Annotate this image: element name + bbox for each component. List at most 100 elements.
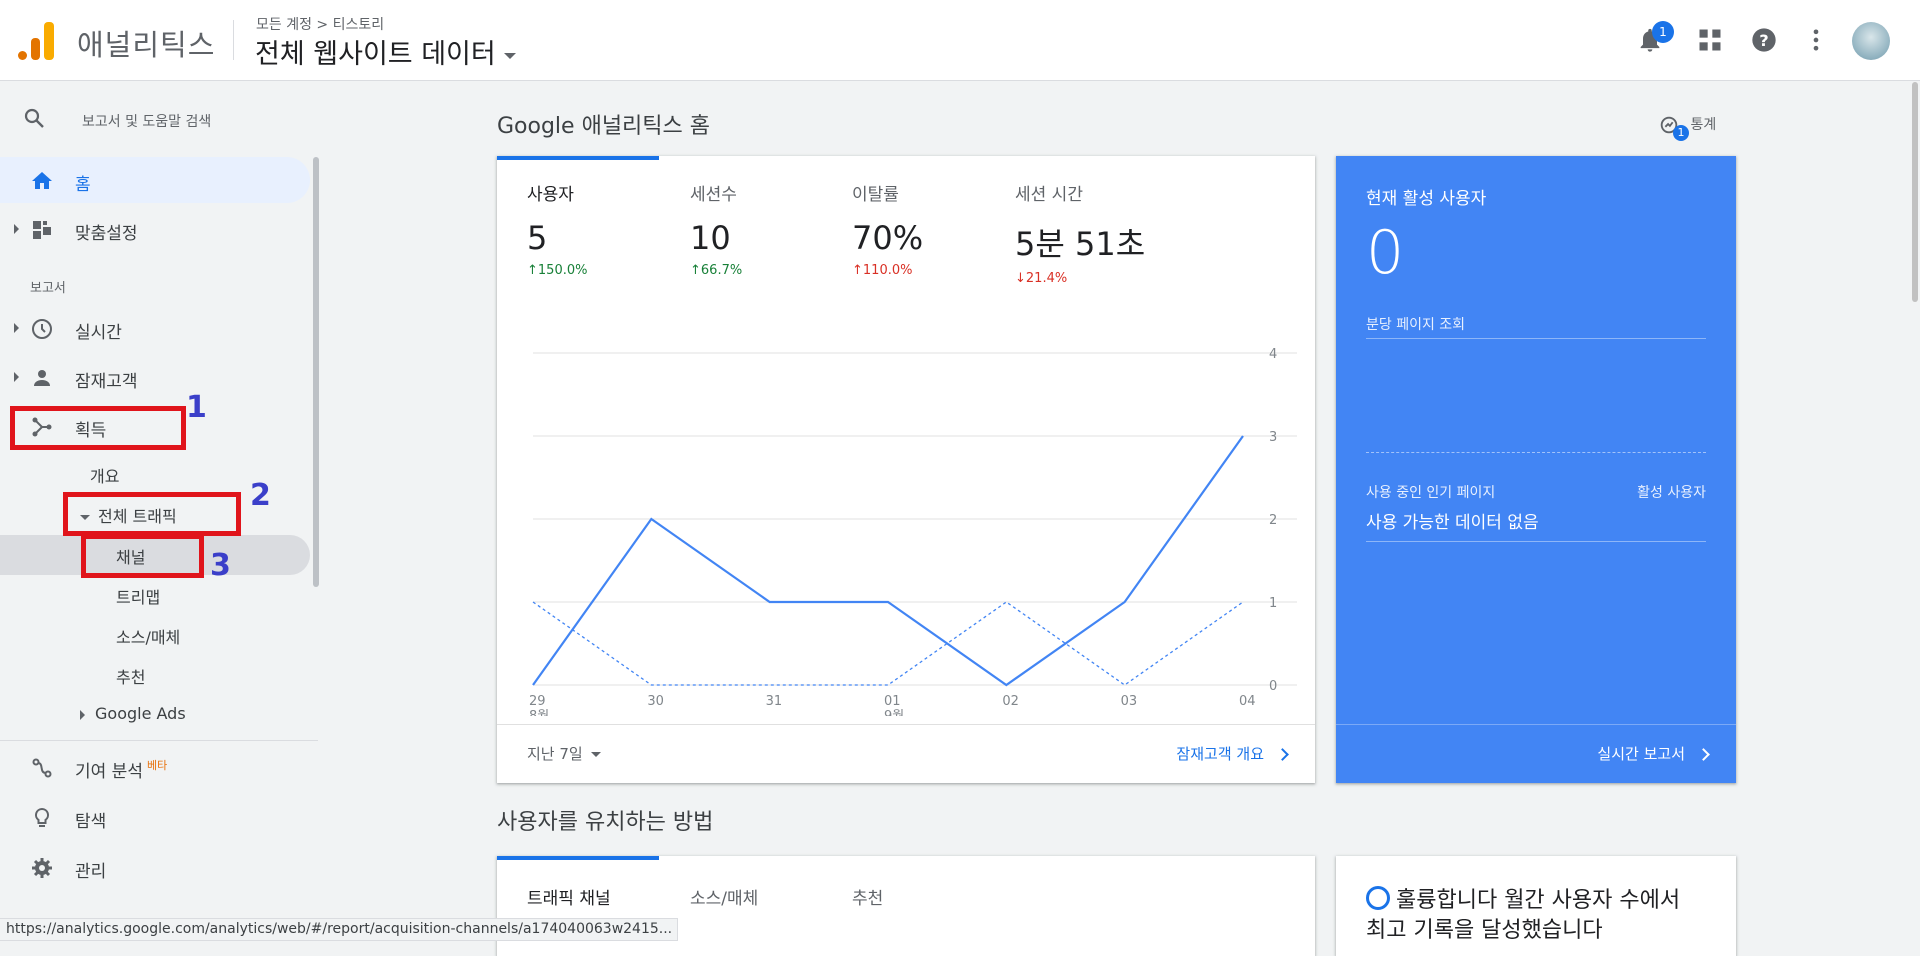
audience-overview-link[interactable]: 잠재고객 개요 (1176, 743, 1289, 764)
metric-change-value: 66.7% (700, 263, 743, 278)
metric-sessions[interactable]: 세션수 10 ↑66.7% (690, 180, 742, 278)
y-tick-label: 2 (1269, 513, 1277, 528)
date-range-label: 지난 7일 (527, 745, 583, 763)
insights-badge: 1 (1673, 125, 1689, 141)
sidebar-item-admin[interactable]: 관리 (0, 844, 310, 890)
annotation-number-3: 3 (210, 548, 231, 583)
sidebar-item-discover[interactable]: 탐색 (0, 794, 310, 840)
top-pages-label: 사용 중인 인기 페이지 (1366, 485, 1496, 501)
x-tick-label: 29 (529, 694, 546, 709)
realtime-card: 현재 활성 사용자 0 분당 페이지 조회 사용 중인 인기 페이지 활성 사용자… (1336, 156, 1736, 783)
apps-grid-icon[interactable] (1696, 26, 1724, 54)
selected-tab-indicator (497, 856, 659, 860)
acquisition-card: 트래픽 채널 소스/매체 추천 (497, 856, 1315, 956)
page-scrollbar[interactable] (1910, 82, 1920, 941)
attribution-icon (32, 758, 52, 778)
users-series-line (532, 435, 1244, 687)
analytics-logo-icon[interactable] (18, 22, 54, 60)
divider (0, 740, 318, 741)
gear-icon (32, 858, 52, 878)
sidebar-item-attribution[interactable]: 기여 분석 베타 (0, 744, 310, 790)
x-tick-label: 02 (1002, 694, 1019, 709)
metric-value: 10 (690, 219, 731, 257)
divider (233, 20, 234, 60)
sidebar-item-label: Google Ads (95, 704, 186, 723)
tab-source-medium[interactable]: 소스/매체 (690, 884, 758, 909)
metric-bounce-rate[interactable]: 이탈률 70% ↑110.0% (852, 180, 923, 278)
sidebar-item-label: 기여 분석 (75, 762, 143, 782)
sidebar-item-label: 실시간 (75, 323, 122, 343)
metric-value: 5분 51초 (1015, 225, 1146, 263)
metric-change: ↑66.7% (690, 263, 743, 278)
date-range-selector[interactable]: 지난 7일 (527, 743, 601, 764)
expand-arrow-icon (14, 323, 19, 333)
metric-change-value: 150.0% (537, 263, 588, 278)
sidebar-item-home[interactable]: 홈 (0, 157, 310, 203)
sidebar-item-audience[interactable]: 잠재고객 (0, 354, 310, 400)
help-icon[interactable]: ? (1750, 26, 1778, 54)
realtime-report-link[interactable]: 실시간 보고서 (1597, 743, 1710, 764)
search-input[interactable]: 보고서 및 도움말 검색 (82, 111, 211, 131)
annotation-box-3 (81, 534, 204, 578)
chevron-right-icon (1276, 748, 1289, 761)
annotation-box-2 (63, 492, 241, 536)
users-line-chart: 01234298월3031019월020304 (529, 347, 1297, 716)
avatar[interactable] (1852, 22, 1890, 60)
dashboard-icon (33, 221, 51, 239)
tab-traffic-channel[interactable]: 트래픽 채널 (527, 884, 611, 909)
more-vert-icon[interactable] (1802, 26, 1830, 54)
sidebar: 보고서 및 도움말 검색 홈 맞춤설정 보고서 실시간 잠재고객 획득 개요 전… (0, 82, 319, 941)
sidebar-item-google-ads[interactable]: Google Ads (80, 704, 186, 723)
metric-session-duration[interactable]: 세션 시간 5분 51초 ↓21.4% (1015, 180, 1145, 286)
sidebar-item-label: 맞춤설정 (75, 224, 138, 244)
breadcrumb[interactable]: 모든 계정 > 티스토리 (256, 14, 384, 34)
sidebar-item-source-medium[interactable]: 소스/매체 (116, 624, 180, 648)
metric-value: 5 (527, 219, 548, 257)
top-bar: 애널리틱스 모든 계정 > 티스토리 전체 웹사이트 데이터 1 ? (0, 0, 1920, 81)
beta-badge: 베타 (146, 759, 168, 772)
insights-button[interactable]: 1 통계 (1658, 114, 1716, 141)
expand-arrow-icon (14, 372, 19, 382)
view-selector[interactable]: 전체 웹사이트 데이터 (255, 32, 516, 71)
comparison-series-line (532, 601, 1244, 686)
link-label: 잠재고객 개요 (1176, 745, 1264, 763)
caret-down-icon (503, 52, 516, 59)
top-pages-header: 사용 중인 인기 페이지 활성 사용자 (1366, 482, 1706, 502)
metric-users[interactable]: 사용자 5 ↑150.0% (527, 180, 587, 278)
sidebar-item-label: 관리 (75, 862, 107, 882)
insight-icon (1366, 886, 1390, 910)
expand-arrow-icon (80, 709, 85, 720)
sidebar-item-overview[interactable]: 개요 (90, 463, 119, 487)
scrollbar-thumb[interactable] (1912, 82, 1918, 302)
sidebar-item-realtime[interactable]: 실시간 (0, 305, 310, 351)
sidebar-item-customization[interactable]: 맞춤설정 (0, 206, 310, 252)
active-users-count: 0 (1366, 218, 1405, 288)
metric-change-value: 21.4% (1025, 271, 1068, 286)
y-tick-label: 4 (1269, 347, 1277, 362)
section-title: 사용자를 유치하는 방법 (497, 810, 714, 835)
svg-text:?: ? (1759, 31, 1768, 50)
sidebar-item-label: 탐색 (75, 812, 107, 832)
sidebar-item-treemaps[interactable]: 트리맵 (116, 584, 160, 608)
page-title: Google 애널리틱스 홈 (497, 114, 711, 139)
main-content: Google 애널리틱스 홈 1 통계 사용자 5 ↑150.0% 세션수 10… (318, 82, 1902, 956)
tab-referrals[interactable]: 추천 (852, 884, 883, 909)
card-footer: 실시간 보고서 (1336, 724, 1736, 783)
view-name: 전체 웹사이트 데이터 (255, 39, 496, 70)
metric-label: 세션수 (690, 185, 737, 205)
home-icon (32, 172, 52, 189)
pageviews-chart-baseline (1366, 452, 1706, 453)
sidebar-item-referrals[interactable]: 추천 (116, 664, 145, 688)
metric-change-value: 110.0% (862, 263, 913, 278)
insight-card: 훌륭합니다 월간 사용자 수에서 최고 기록을 달성했습니다 (1336, 856, 1736, 956)
chevron-right-icon (1697, 748, 1710, 761)
search-box[interactable]: 보고서 및 도움말 검색 (22, 106, 211, 134)
link-label: 실시간 보고서 (1597, 745, 1685, 763)
notification-badge: 1 (1652, 21, 1674, 43)
annotation-box-1 (10, 406, 186, 450)
clock-icon (32, 319, 52, 339)
insight-text: 훌륭합니다 월간 사용자 수에서 최고 기록을 달성했습니다 (1366, 886, 1706, 946)
annotation-number-1: 1 (186, 390, 207, 425)
card-footer: 지난 7일 잠재고객 개요 (497, 724, 1315, 783)
active-users-label: 활성 사용자 (1637, 485, 1706, 501)
